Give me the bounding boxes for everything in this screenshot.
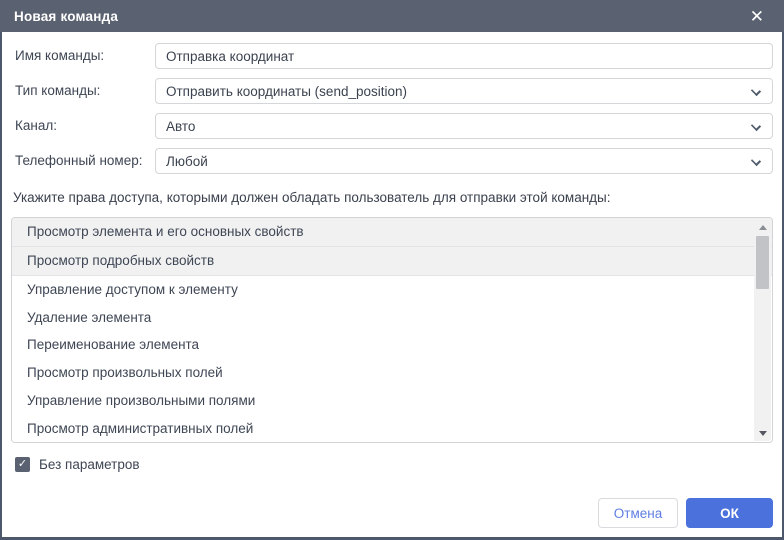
permission-item[interactable]: Управление произвольными полями [12,387,772,415]
permission-label: Управление произвольными полями [27,393,255,408]
no-params-label: Без параметров [39,457,140,472]
no-params-checkbox[interactable]: ✓ [15,457,30,472]
checkmark-icon: ✓ [18,459,27,470]
form-row-command-type: Тип команды: Отправить координаты (send_… [13,78,773,104]
chevron-down-icon [751,86,761,96]
permission-item[interactable]: Просмотр административных полей [12,414,772,442]
permission-label: Управление доступом к элементу [27,282,238,297]
chevron-down-icon [751,121,761,131]
scroll-down-icon[interactable] [754,425,771,441]
permission-item[interactable]: Просмотр произвольных полей [12,359,772,387]
ok-button[interactable]: ОК [686,498,773,528]
permission-item[interactable]: Удаление элемента [12,303,772,331]
permission-label: Удаление элемента [27,310,151,325]
scroll-up-icon[interactable] [754,219,771,235]
channel-label: Канал: [15,113,57,139]
dialog-titlebar: Новая команда ✕ [0,0,784,32]
permission-label: Просмотр элемента и его основных свойств [27,224,304,239]
dialog-title: Новая команда [14,9,118,24]
cancel-button[interactable]: Отмена [598,498,678,528]
phone-number-label: Телефонный номер: [15,148,142,174]
list-scrollbar[interactable] [754,219,771,441]
scrollbar-thumb[interactable] [756,236,769,289]
permission-item[interactable]: Переименование элемента [12,331,772,359]
chevron-down-icon [751,156,761,166]
command-type-label: Тип команды: [15,78,100,104]
close-icon[interactable]: ✕ [744,6,770,27]
command-type-select[interactable]: Отправить координаты (send_position) [155,78,773,104]
command-type-value: Отправить координаты (send_position) [166,84,407,99]
permission-item[interactable]: Просмотр подробных свойств [12,247,772,276]
permission-item[interactable]: Управление доступом к элементу [12,276,772,304]
permission-label: Просмотр произвольных полей [27,365,223,380]
permissions-listbox: Просмотр элемента и его основных свойств… [11,217,773,443]
permission-label: Просмотр административных полей [27,421,253,436]
phone-number-select[interactable]: Любой [155,148,773,174]
form-row-command-name: Имя команды: [13,43,773,69]
no-params-row[interactable]: ✓ Без параметров [15,456,140,472]
permission-label: Просмотр подробных свойств [27,253,214,268]
permissions-instruction: Укажите права доступа, которыми должен о… [13,190,773,205]
channel-value: Авто [166,119,195,134]
form-row-phone-number: Телефонный номер: Любой [13,148,773,174]
command-name-label: Имя команды: [15,43,104,69]
channel-select[interactable]: Авто [155,113,773,139]
form-row-channel: Канал: Авто [13,113,773,139]
permission-label: Переименование элемента [27,337,199,352]
phone-number-value: Любой [166,154,208,169]
permission-item[interactable]: Просмотр элемента и его основных свойств [12,218,772,247]
command-name-input[interactable] [155,43,773,69]
new-command-dialog: Новая команда ✕ Имя команды: Тип команды… [0,0,784,540]
